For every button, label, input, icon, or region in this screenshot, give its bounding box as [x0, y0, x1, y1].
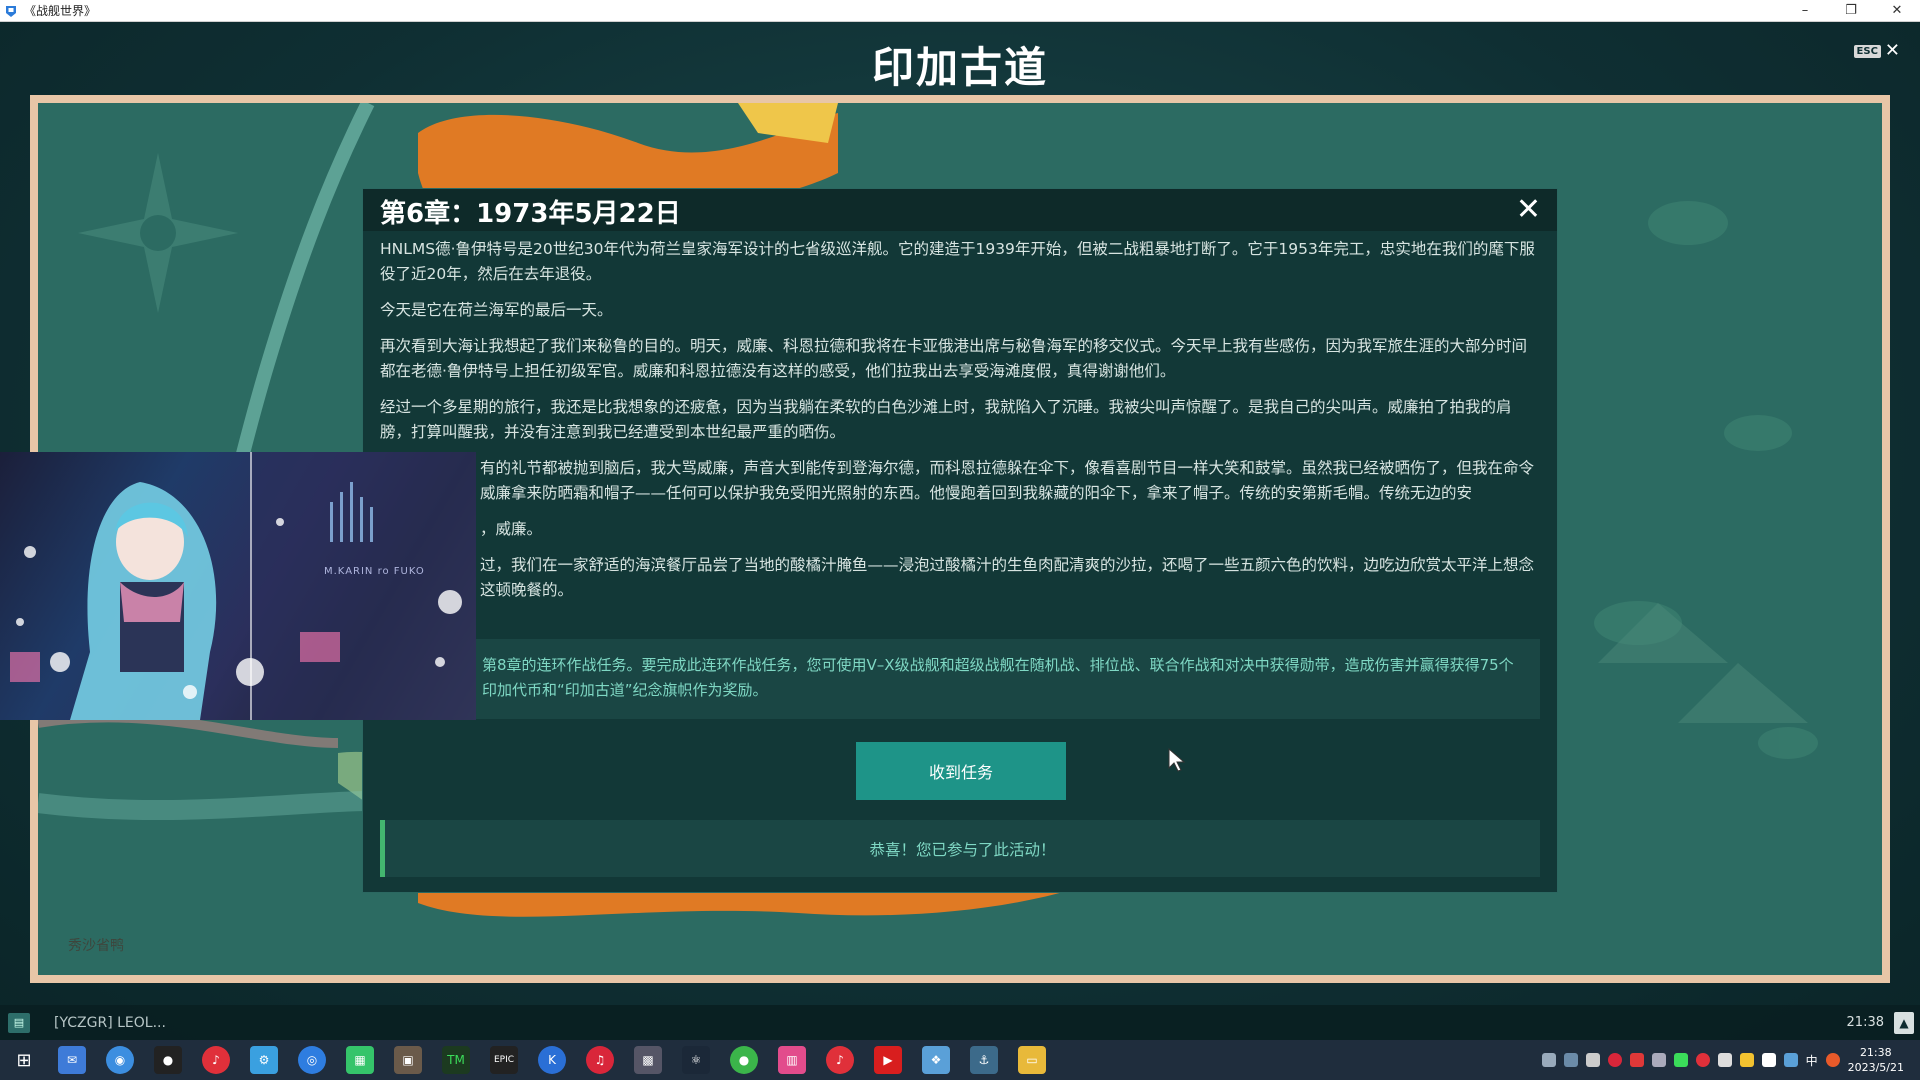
- tray-music-icon[interactable]: [1695, 1053, 1710, 1067]
- qq-penguin-icon[interactable]: ●: [154, 1046, 182, 1074]
- tray-netease-icon[interactable]: [1607, 1053, 1622, 1067]
- music-app-icon[interactable]: ♪: [202, 1046, 230, 1074]
- tray-qq-icon[interactable]: [1739, 1053, 1754, 1067]
- dialog-close-button[interactable]: ✕: [1516, 195, 1541, 225]
- window-title-bar: 《战舰世界》 – ❐ ✕: [0, 0, 1920, 22]
- tray-display-icon[interactable]: [1651, 1053, 1666, 1067]
- mail-icon[interactable]: ✉: [58, 1046, 86, 1074]
- red-music-icon[interactable]: ♪: [826, 1046, 854, 1074]
- mouse-cursor-icon: [1168, 748, 1186, 772]
- game-clock: 21:38: [1846, 1015, 1884, 1030]
- close-window-button[interactable]: ✕: [1874, 0, 1920, 22]
- k-app-icon[interactable]: K: [538, 1046, 566, 1074]
- esc-key-icon: ESC: [1853, 44, 1881, 58]
- tm-app-icon[interactable]: TM: [442, 1046, 470, 1074]
- chat-icon[interactable]: ▤: [8, 1012, 30, 1033]
- video-app-icon[interactable]: ▶: [874, 1046, 902, 1074]
- anime-character-image: [10, 452, 476, 720]
- app-icon: [6, 5, 16, 17]
- chapter-dialog: 第6章：1973年5月22日 ✕ HNLMS德·鲁伊特号是20世纪30年代为荷兰…: [362, 188, 1558, 893]
- map-region-label: 秀沙省鸭: [68, 938, 124, 954]
- netease-music-icon[interactable]: ♫: [586, 1046, 614, 1074]
- dialog-header: 第6章：1973年5月22日 ✕: [363, 189, 1557, 231]
- game-launcher-icon[interactable]: ▣: [394, 1046, 422, 1074]
- chat-app-icon[interactable]: ◎: [298, 1046, 326, 1074]
- clan-tag-label[interactable]: [YCZGR] LEOL...: [54, 1015, 166, 1031]
- mission-notice: 第8章的连环作战任务。要完成此连环作战任务，您可使用V–X级战舰和超级战舰在随机…: [380, 639, 1540, 719]
- tray-wallpaper-icon[interactable]: [1783, 1053, 1798, 1067]
- tray-volume-icon[interactable]: [1717, 1053, 1732, 1067]
- ime-indicator[interactable]: 中: [1806, 1052, 1818, 1069]
- green-app-icon[interactable]: ●: [730, 1046, 758, 1074]
- tray-network-icon[interactable]: [1541, 1053, 1556, 1067]
- windows-taskbar: ⊞ ✉ ◉ ● ♪ ⚙ ◎ ▦ ▣ TM EPIC K ♫ ▩ ⚛ ● ▥ ♪ …: [0, 1040, 1920, 1080]
- tray-tm-icon[interactable]: [1673, 1053, 1688, 1067]
- story-paragraph: 经过一个多星期的旅行，我还是比我想象的还疲惫，因为当我躺在柔软的白色沙滩上时，我…: [380, 398, 1512, 441]
- clock-time: 21:38: [1859, 1046, 1892, 1059]
- wallpaper-caption: M.KARIN ro FUKO: [324, 566, 425, 577]
- story-paragraph: ，威廉。: [480, 520, 543, 538]
- game-icon[interactable]: ▩: [634, 1046, 662, 1074]
- browser-icon[interactable]: ◉: [106, 1046, 134, 1074]
- file-explorer-icon[interactable]: ▭: [1018, 1046, 1046, 1074]
- in-game-chat-bar: ▤ [YCZGR] LEOL... 21:38 ▲: [0, 1005, 1920, 1040]
- mission-notice-text: 第8章的连环作战任务。要完成此连环作战任务，您可使用V–X级战舰和超级战舰在随机…: [482, 656, 1514, 699]
- steam-icon[interactable]: ⚛: [682, 1046, 710, 1074]
- tool-app-icon[interactable]: ⚙: [250, 1046, 278, 1074]
- tray-sogou-icon[interactable]: [1825, 1053, 1840, 1067]
- notification-bell-icon[interactable]: ▲: [1894, 1011, 1914, 1034]
- window-title: 《战舰世界》: [24, 4, 97, 18]
- tray-mic-icon[interactable]: [1585, 1053, 1600, 1067]
- story-paragraph: 今天是它在荷兰海军的最后一天。: [380, 301, 613, 319]
- close-icon: ✕: [1884, 40, 1900, 61]
- esc-close-button[interactable]: ESC ✕: [1853, 40, 1900, 61]
- participation-banner: 恭喜！您已参与了此活动！: [380, 820, 1540, 877]
- windows-start-icon[interactable]: ⊞: [10, 1046, 38, 1074]
- wallpaper-app-icon[interactable]: ❖: [922, 1046, 950, 1074]
- epic-games-icon[interactable]: EPIC: [490, 1046, 518, 1074]
- story-paragraph: 有的礼节都被抛到脑后，我大骂威廉，声音大到能传到登海尔德，而科恩拉德躲在伞下，像…: [480, 459, 1535, 502]
- taskbar-clock[interactable]: 21:38 2023/5/21: [1848, 1045, 1904, 1075]
- world-of-warships-icon[interactable]: ⚓: [970, 1046, 998, 1074]
- participation-text: 恭喜！您已参与了此活动！: [869, 840, 1056, 859]
- receive-mission-button[interactable]: 收到任务: [856, 742, 1066, 800]
- pink-app-icon[interactable]: ▥: [778, 1046, 806, 1074]
- notes-app-icon[interactable]: ▦: [346, 1046, 374, 1074]
- wallpaper-preview-window[interactable]: M.KARIN ro FUKO: [0, 452, 476, 720]
- wallpaper-divider: [250, 452, 252, 720]
- story-text: HNLMS德·鲁伊特号是20世纪30年代为荷兰皇家海军设计的七省级巡洋舰。它的建…: [380, 237, 1540, 614]
- minimize-button[interactable]: –: [1782, 0, 1828, 22]
- story-paragraph: 过，我们在一家舒适的海滨餐厅品尝了当地的酸橘汁腌鱼——浸泡过酸橘汁的生鱼肉配清爽…: [480, 556, 1535, 599]
- tray-security-icon[interactable]: [1761, 1053, 1776, 1067]
- system-tray: 中 21:38 2023/5/21: [1541, 1045, 1912, 1075]
- clock-date: 2023/5/21: [1847, 1061, 1904, 1074]
- tray-red-icon[interactable]: [1629, 1053, 1644, 1067]
- story-paragraph: 再次看到大海让我想起了我们来秘鲁的目的。明天，威廉、科恩拉德和我将在卡亚俄港出席…: [380, 337, 1528, 380]
- tray-steam-icon[interactable]: [1563, 1053, 1578, 1067]
- restore-button[interactable]: ❐: [1828, 0, 1874, 22]
- dialog-title: 第6章：1973年5月22日: [380, 199, 681, 229]
- story-paragraph: HNLMS德·鲁伊特号是20世纪30年代为荷兰皇家海军设计的七省级巡洋舰。它的建…: [380, 240, 1535, 283]
- page-title: 印加古道: [871, 43, 1048, 92]
